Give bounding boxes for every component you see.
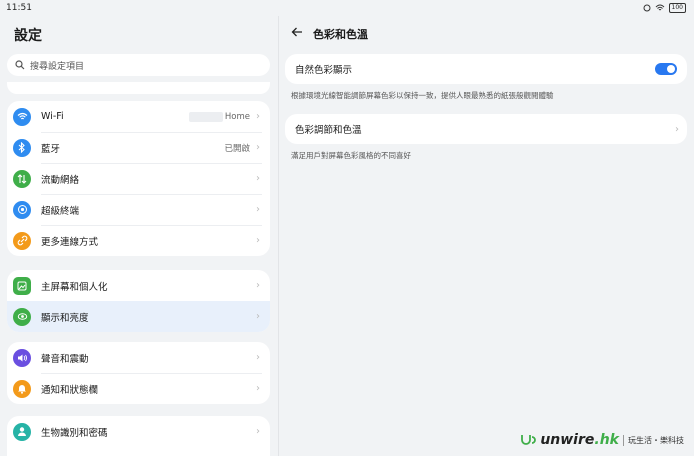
connectivity-group: Wi-Fi Home › 藍牙 已開啟 › 流動網絡 › 超級終端 › 更多連線… [7,101,270,256]
unwire-watermark: unwire.hk 玩生活・樂科技 [520,432,684,448]
sidebar-item-label: 聲音和震動 [41,353,89,365]
sidebar-item-label: 生物識別和密碼 [41,427,108,439]
chevron-right-icon: › [256,352,260,363]
wifi-icon [13,107,31,126]
sidebar-item-label: 主屏幕和個人化 [41,281,108,293]
wifi-network-value: Home [224,111,250,122]
sidebar-item-bluetooth[interactable]: 藍牙 已開啟 › [7,132,270,163]
mobile-data-icon [13,169,31,188]
status-time: 11:51 [6,3,32,13]
sidebar-item-notifications[interactable]: 通知和狀態欄 › [7,373,270,404]
more-connections-icon [13,231,31,250]
sound-icon [13,348,31,367]
natural-color-label: 自然色彩顯示 [295,65,353,76]
color-adjust-description: 滿足用戶對屏幕色彩風格的不同喜好 [291,151,411,160]
sidebar-item-sound[interactable]: 聲音和震動 › [7,342,270,373]
redacted-network-name [188,111,223,122]
color-adjust-label: 色彩調節和色溫 [295,125,362,136]
chevron-right-icon: › [256,383,260,394]
sidebar-item-label: Wi-Fi [41,111,64,122]
display-brightness-icon [13,307,31,326]
sidebar-item-display-brightness[interactable]: 顯示和亮度 › [7,301,270,332]
natural-color-toggle[interactable] [655,63,677,75]
chevron-right-icon: › [256,204,260,215]
security-group: 生物識別和密碼 › [7,416,270,456]
color-adjust-row[interactable]: 色彩調節和色溫 › [285,114,687,144]
chevron-right-icon: › [256,142,260,153]
wifi-status-icon [655,4,664,11]
sound-notification-group: 聲音和震動 › 通知和狀態欄 › [7,342,270,404]
scrolled-card-edge [7,82,270,94]
natural-color-description: 根據環境光線智能調節屏幕色彩以保持一致，提供人眼最熟悉的紙張般觀閱體驗 [291,91,554,100]
sidebar-item-super-device[interactable]: 超級終端 › [7,194,270,225]
sidebar-item-label: 顯示和亮度 [41,312,89,324]
search-placeholder: 搜尋設定項目 [30,61,85,72]
back-arrow-icon[interactable] [291,26,303,38]
sidebar-item-label: 流動網絡 [41,174,80,186]
sidebar-item-more-connections[interactable]: 更多連線方式 › [7,225,270,256]
sidebar-item-label: 更多連線方式 [41,236,99,248]
chevron-right-icon: › [256,173,260,184]
biometrics-icon [13,422,31,441]
search-input[interactable]: 搜尋設定項目 [7,54,270,76]
sidebar-item-label: 超級終端 [41,205,80,217]
detail-title: 色彩和色溫 [313,28,368,41]
chevron-right-icon: › [256,111,260,122]
sidebar-item-biometrics[interactable]: 生物識別和密碼 › [7,416,270,447]
page-title: 設定 [14,28,42,44]
unwire-logo-icon [521,435,537,445]
notification-icon [13,379,31,398]
display-group: 主屏幕和個人化 › 顯示和亮度 › [7,270,270,332]
settings-sidebar: 設定 搜尋設定項目 Wi-Fi Home › 藍牙 已開啟 › 流動網絡 › 超… [0,16,278,456]
search-icon [15,60,25,70]
sidebar-item-label: 藍牙 [41,143,61,155]
super-device-icon [13,200,31,219]
chevron-right-icon: › [256,426,260,437]
sidebar-item-wifi[interactable]: Wi-Fi Home › [7,101,270,132]
sidebar-item-label: 通知和狀態欄 [41,384,99,396]
sidebar-item-home-screen[interactable]: 主屏幕和個人化 › [7,270,270,301]
chevron-right-icon: › [675,123,679,135]
sidebar-item-mobile-data[interactable]: 流動網絡 › [7,163,270,194]
home-screen-icon [13,276,31,295]
natural-color-row[interactable]: 自然色彩顯示 [285,54,687,84]
chevron-right-icon: › [256,235,260,246]
watermark-tagline: 玩生活・樂科技 [623,434,684,446]
chevron-right-icon: › [256,280,260,291]
status-bar: 11:51 100 [0,0,694,16]
watermark-brand: unwire.hk [540,432,619,448]
nfc-icon [643,4,651,12]
bluetooth-status-value: 已開啟 [224,143,250,154]
chevron-right-icon: › [256,311,260,322]
detail-pane: 色彩和色溫 自然色彩顯示 根據環境光線智能調節屏幕色彩以保持一致，提供人眼最熟悉… [279,16,694,456]
battery-icon: 100 [668,3,686,13]
status-icons: 100 [643,3,686,13]
bluetooth-icon [13,138,31,157]
